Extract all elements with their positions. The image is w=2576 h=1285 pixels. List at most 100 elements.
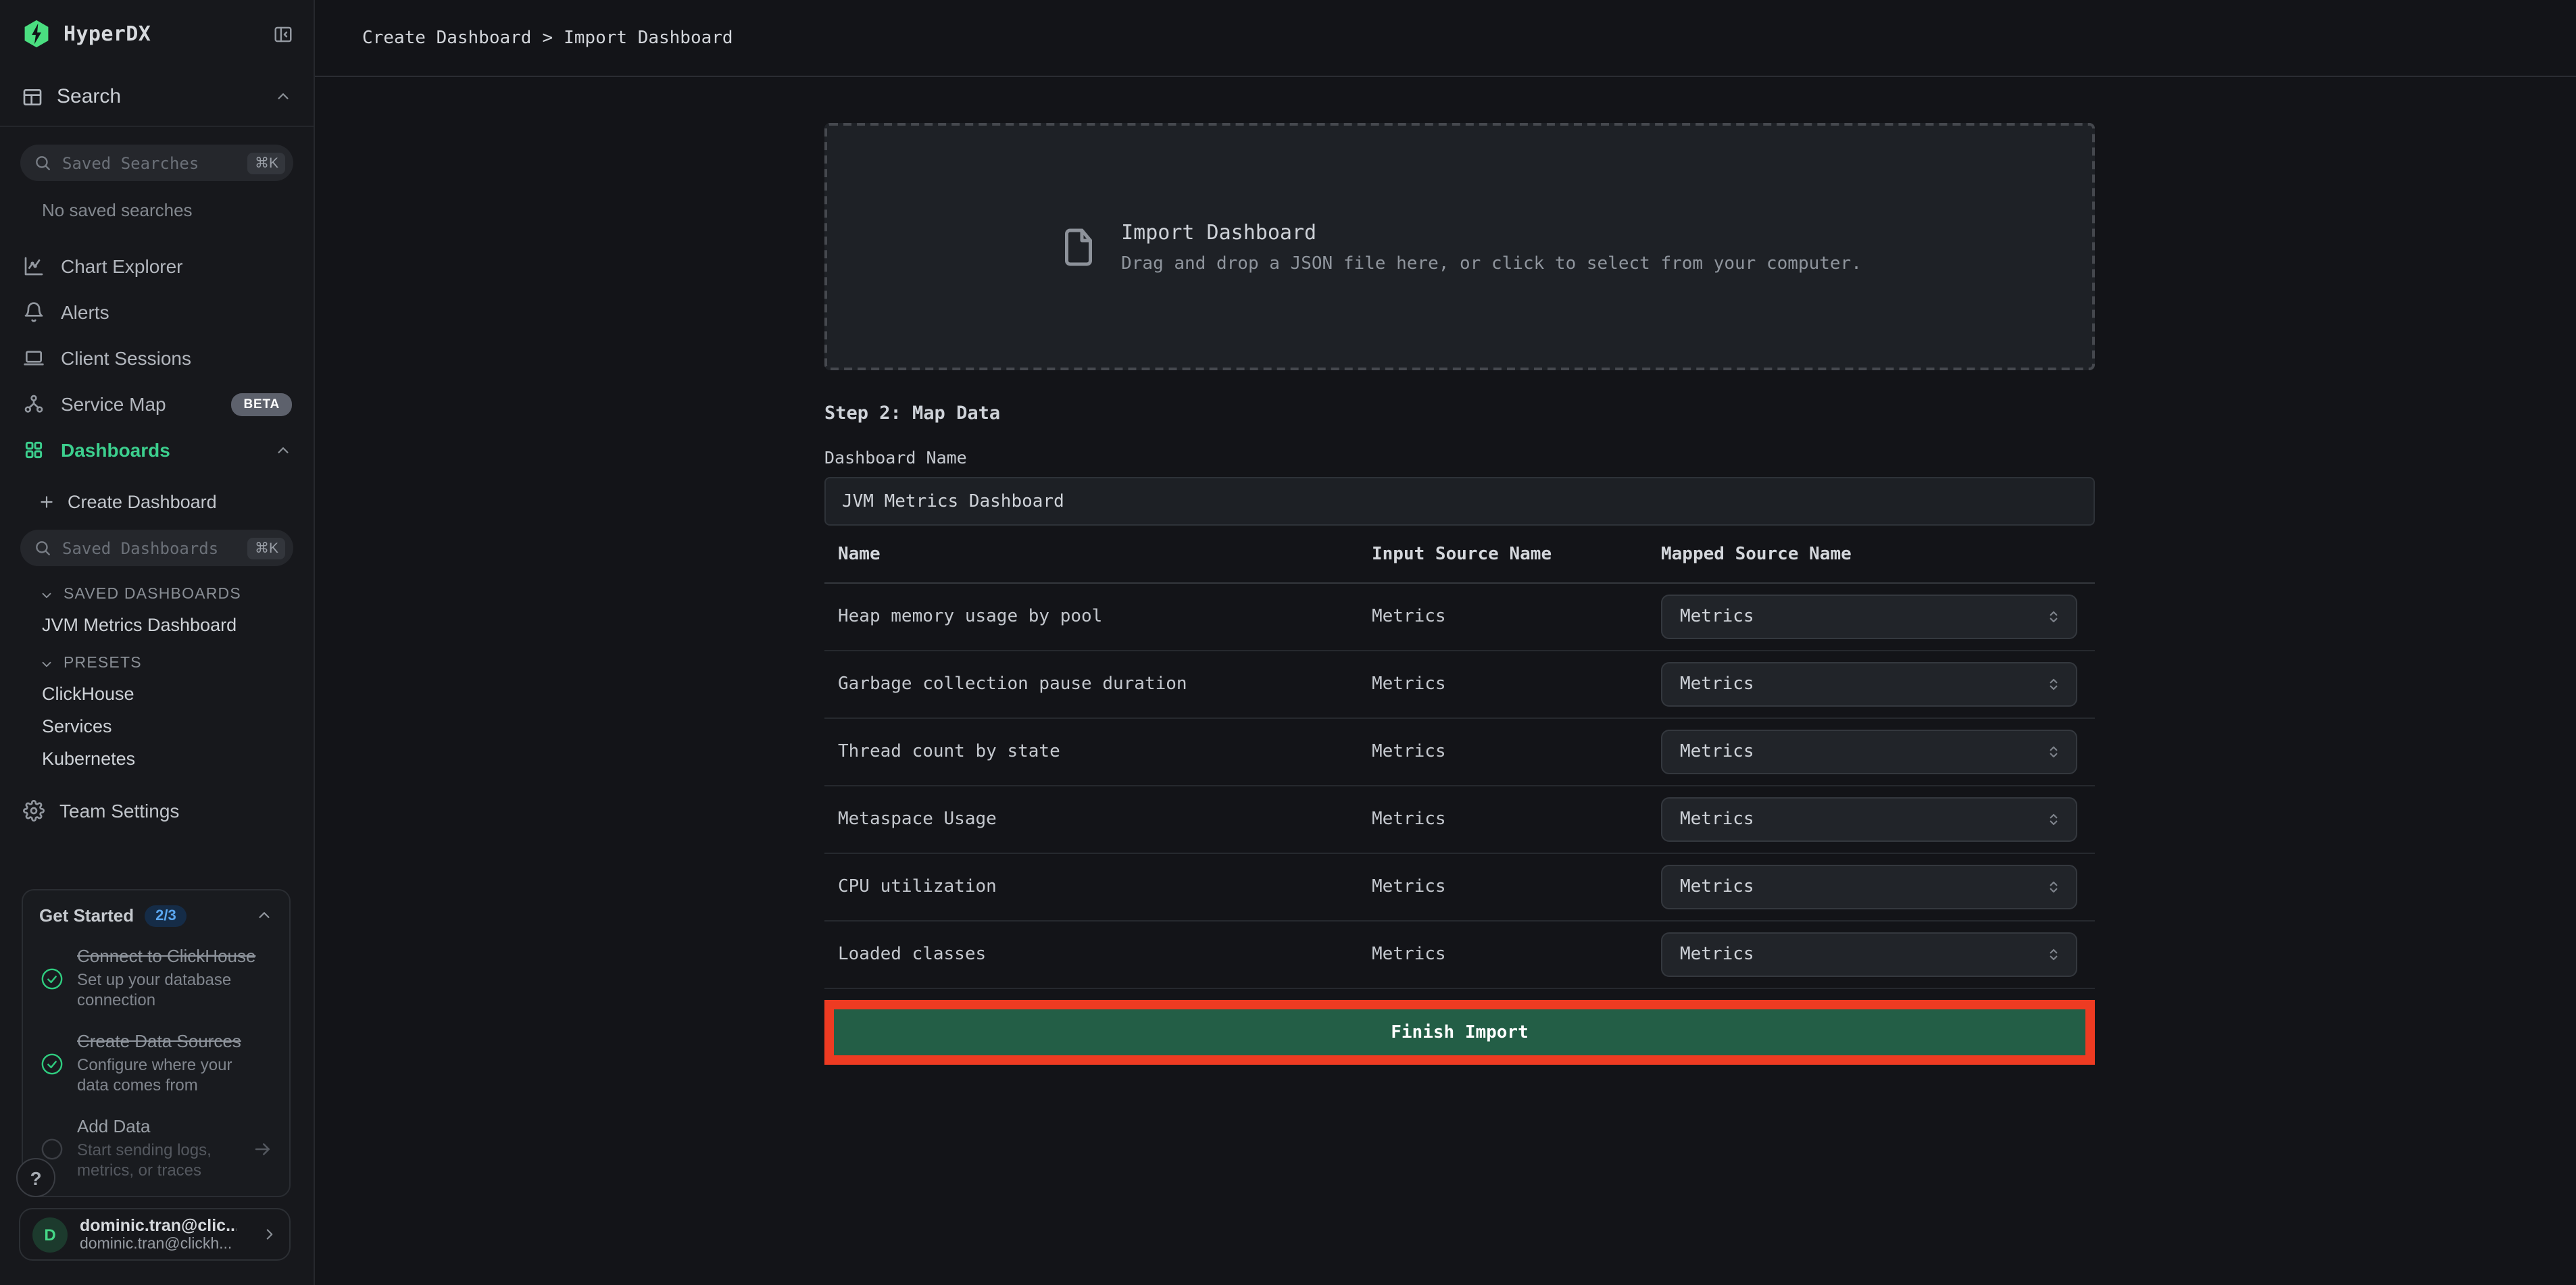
- sidebar-item-team-settings[interactable]: Team Settings: [23, 800, 314, 822]
- user-account-card[interactable]: D dominic.tran@clic... dominic.tran@clic…: [19, 1208, 291, 1261]
- sidebar-item-label: Dashboards: [61, 439, 170, 461]
- check-circle-icon: [41, 967, 64, 990]
- no-saved-searches-text: No saved searches: [42, 200, 314, 220]
- get-started-item-subtitle: Configure where your data comes from: [77, 1055, 261, 1097]
- sidebar-item-label: Alerts: [61, 301, 109, 323]
- get-started-item-text: Add Data Start sending logs, metrics, or…: [77, 1116, 253, 1182]
- sidebar-item-service-map[interactable]: Service Map BETA: [0, 381, 314, 427]
- search-icon: [34, 539, 51, 557]
- import-dashboard-content: Import Dashboard Drag and drop a JSON fi…: [824, 123, 2095, 1065]
- mapped-source-select[interactable]: Metrics: [1661, 662, 2077, 707]
- sidebar-item-client-sessions[interactable]: Client Sessions: [0, 335, 314, 381]
- plus-icon: [38, 493, 55, 511]
- chart-explorer-icon: [23, 255, 46, 277]
- sidebar-nav: Chart Explorer Alerts Client Sessions Se…: [0, 243, 314, 473]
- row-name: Metaspace Usage: [838, 809, 1372, 830]
- chevron-up-icon[interactable]: [274, 441, 292, 459]
- breadcrumb-separator: >: [542, 28, 553, 48]
- team-settings-label: Team Settings: [59, 800, 179, 822]
- mapped-source-select[interactable]: Metrics: [1661, 932, 2077, 977]
- select-chevrons-icon: [2045, 676, 2062, 693]
- action-highlight-annotation: Finish Import: [824, 1000, 2095, 1065]
- service-map-icon: [23, 393, 46, 415]
- selected-value: Metrics: [1680, 809, 2045, 830]
- saved-searches-input[interactable]: Saved Searches ⌘K: [20, 145, 293, 181]
- step-title: Step 2: Map Data: [824, 403, 2095, 424]
- sidebar-item-services-preset[interactable]: Services: [42, 716, 314, 736]
- search-icon: [34, 154, 51, 172]
- breadcrumb: Create Dashboard > Import Dashboard: [362, 28, 733, 48]
- main-area: Create Dashboard > Import Dashboard Import…: [315, 0, 2576, 1285]
- chevron-up-icon[interactable]: [255, 907, 273, 925]
- hyperdx-logo-icon: [22, 19, 51, 49]
- selected-value: Metrics: [1680, 607, 2045, 627]
- get-started-item-sources[interactable]: Create Data Sources Configure where your…: [39, 1031, 273, 1097]
- sidebar-item-alerts[interactable]: Alerts: [0, 289, 314, 335]
- table-row: Metaspace Usage Metrics Metrics: [824, 786, 2095, 854]
- presets-group-header[interactable]: PRESETS: [39, 655, 314, 672]
- breadcrumb-import-dashboard[interactable]: Import Dashboard: [564, 28, 733, 48]
- get-started-item-subtitle: Start sending logs, metrics, or traces: [77, 1140, 253, 1182]
- sidebar-item-jvm-metrics-dashboard[interactable]: JVM Metrics Dashboard: [42, 615, 314, 635]
- saved-dashboards-group-header[interactable]: SAVED DASHBOARDS: [39, 586, 314, 603]
- saved-dashboards-input[interactable]: Saved Dashboards ⌘K: [20, 530, 293, 566]
- progress-badge: 2/3: [145, 905, 187, 927]
- sidebar-item-clickhouse-preset[interactable]: ClickHouse: [42, 684, 314, 704]
- app-title: HyperDX: [64, 22, 151, 46]
- table-row: Heap memory usage by pool Metrics Metric…: [824, 584, 2095, 651]
- row-name: Loaded classes: [838, 944, 1372, 965]
- saved-searches-placeholder: Saved Searches: [62, 153, 248, 172]
- create-dashboard-button[interactable]: Create Dashboard: [38, 492, 314, 512]
- row-input-source: Metrics: [1372, 809, 1661, 830]
- selected-value: Metrics: [1680, 877, 2045, 897]
- mapped-source-select[interactable]: Metrics: [1661, 595, 2077, 639]
- get-started-item-title: Connect to ClickHouse: [77, 946, 261, 967]
- check-circle-icon: [41, 1053, 64, 1076]
- chevron-right-icon: [261, 1226, 278, 1243]
- mapped-source-select[interactable]: Metrics: [1661, 865, 2077, 909]
- table-header-row: Name Input Source Name Mapped Source Nam…: [824, 542, 2095, 584]
- select-chevrons-icon: [2045, 878, 2062, 896]
- mapping-table: Name Input Source Name Mapped Source Nam…: [824, 542, 2095, 989]
- table-row: Loaded classes Metrics Metrics: [824, 922, 2095, 989]
- get-started-item-connect[interactable]: Connect to ClickHouse Set up your databa…: [39, 946, 273, 1012]
- mapped-source-select[interactable]: Metrics: [1661, 797, 2077, 842]
- row-name: CPU utilization: [838, 877, 1372, 897]
- select-chevrons-icon: [2045, 608, 2062, 626]
- sidebar-item-label: Service Map: [61, 393, 166, 415]
- table-row: Garbage collection pause duration Metric…: [824, 651, 2095, 719]
- row-input-source: Metrics: [1372, 742, 1661, 762]
- sidebar-section-search[interactable]: Search: [0, 68, 314, 127]
- table-row: Thread count by state Metrics Metrics: [824, 719, 2095, 786]
- logo-row: HyperDX: [0, 0, 314, 68]
- shortcut-badge: ⌘K: [248, 537, 285, 559]
- dropzone-subtitle: Drag and drop a JSON file here, or click…: [1121, 253, 1862, 274]
- column-header-name: Name: [838, 545, 1372, 565]
- sidebar-collapse-icon[interactable]: [273, 24, 293, 44]
- create-dashboard-label: Create Dashboard: [68, 492, 217, 512]
- selected-value: Metrics: [1680, 944, 2045, 965]
- file-icon: [1058, 221, 1098, 272]
- mapped-source-select[interactable]: Metrics: [1661, 730, 2077, 774]
- chevron-up-icon[interactable]: [274, 88, 292, 105]
- sidebar-item-chart-explorer[interactable]: Chart Explorer: [0, 243, 314, 289]
- row-name: Heap memory usage by pool: [838, 607, 1372, 627]
- get-started-item-subtitle: Set up your database connection: [77, 969, 261, 1011]
- saved-dashboards-header-label: SAVED DASHBOARDS: [64, 586, 241, 603]
- breadcrumb-create-dashboard[interactable]: Create Dashboard: [362, 28, 531, 48]
- get-started-item-add-data[interactable]: Add Data Start sending logs, metrics, or…: [39, 1116, 273, 1182]
- json-file-dropzone[interactable]: Import Dashboard Drag and drop a JSON fi…: [824, 123, 2095, 370]
- dashboard-name-input[interactable]: [824, 477, 2095, 526]
- search-section-label: Search: [57, 85, 121, 108]
- finish-import-button[interactable]: Finish Import: [834, 1009, 2085, 1055]
- chevron-down-icon: [39, 656, 54, 671]
- get-started-header[interactable]: Get Started 2/3: [39, 905, 273, 927]
- sidebar-item-label: Chart Explorer: [61, 255, 183, 277]
- get-started-item-text: Create Data Sources Configure where your…: [77, 1031, 261, 1097]
- sidebar-item-label: Client Sessions: [61, 347, 191, 369]
- table-row: CPU utilization Metrics Metrics: [824, 854, 2095, 922]
- app-root: HyperDX Search Saved Searches ⌘K No save…: [0, 0, 2576, 1285]
- help-button[interactable]: ?: [16, 1158, 55, 1197]
- sidebar-item-kubernetes-preset[interactable]: Kubernetes: [42, 749, 314, 769]
- sidebar-item-dashboards[interactable]: Dashboards: [0, 427, 314, 473]
